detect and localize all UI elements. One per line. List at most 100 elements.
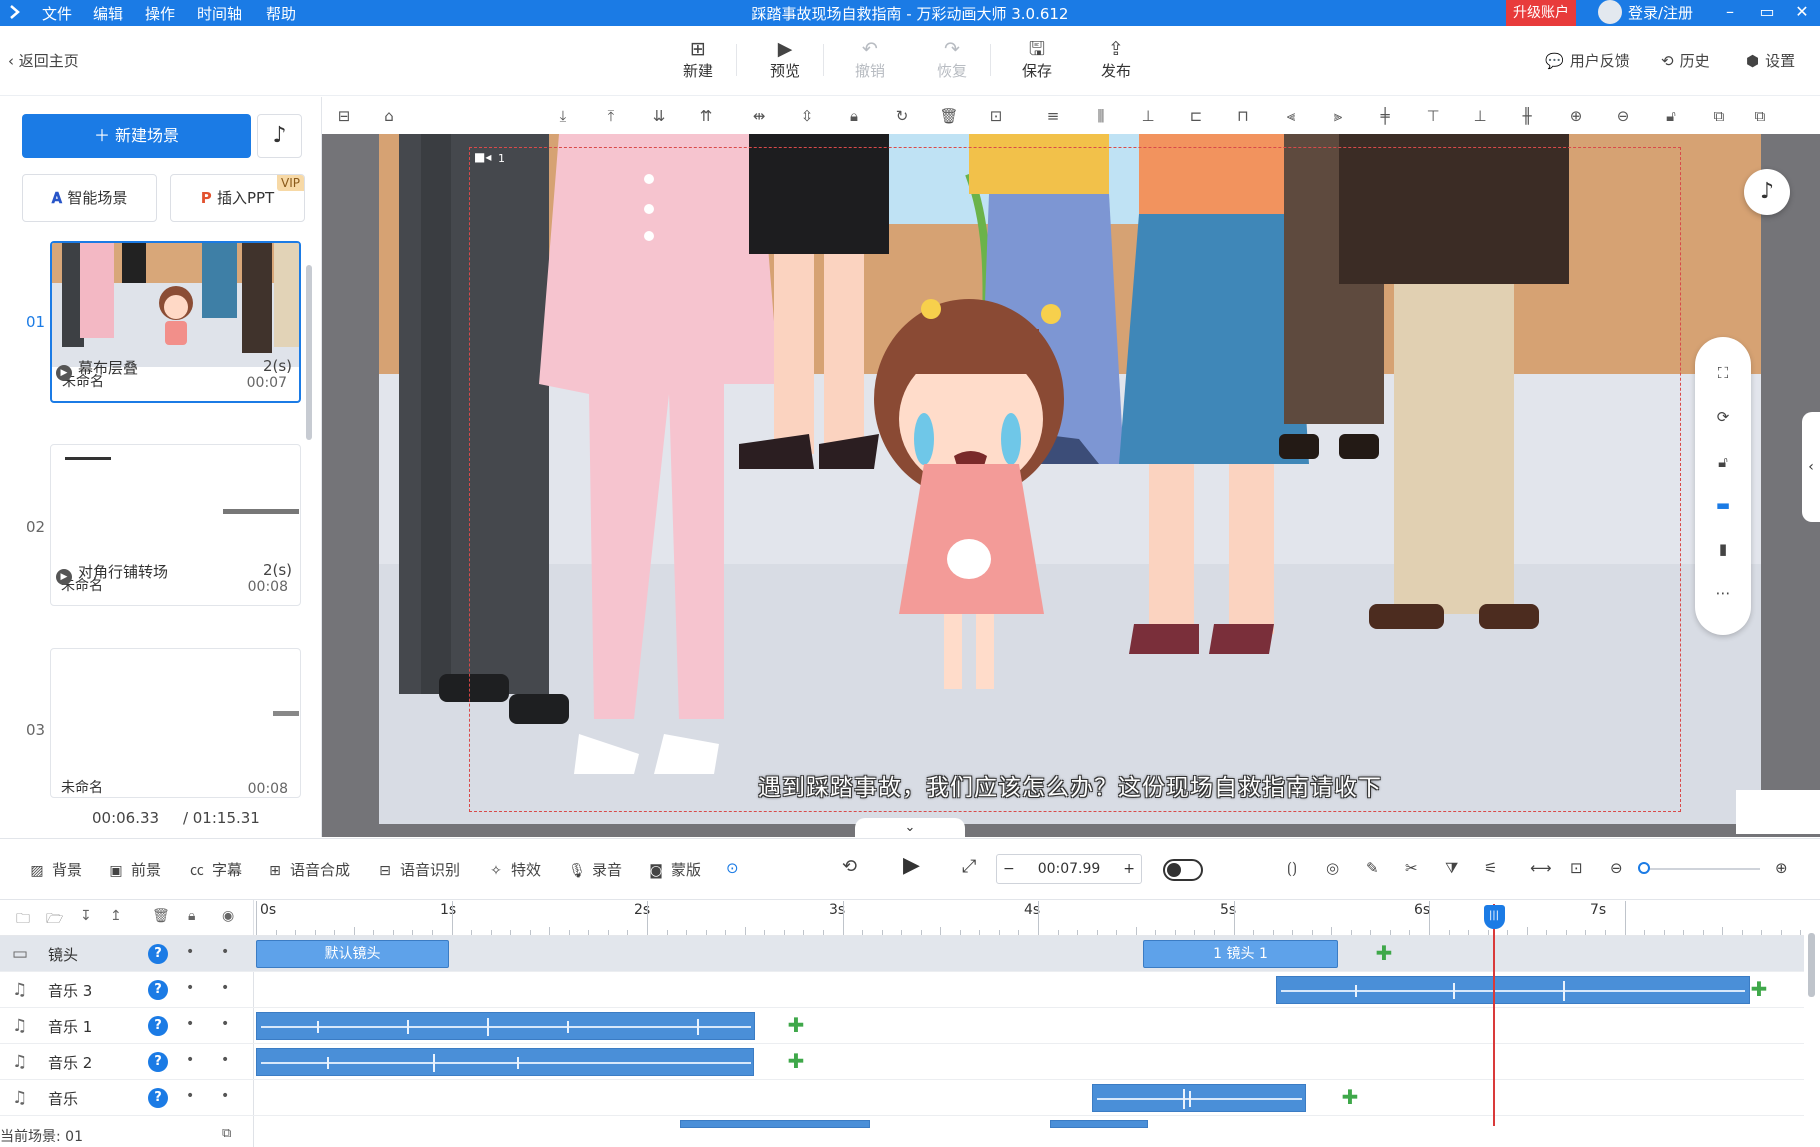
play-icon[interactable]: ▶ xyxy=(903,853,920,878)
snapshot-icon[interactable]: ◎ xyxy=(1326,859,1339,877)
mask-button[interactable]: ◙ 蒙版 xyxy=(647,859,701,880)
music-1-lane[interactable]: ✚ xyxy=(254,1008,1804,1044)
dot-icon[interactable]: • xyxy=(186,980,194,996)
zoom-slider-track[interactable] xyxy=(1645,868,1760,870)
add-keyframe-icon[interactable]: ✚ xyxy=(785,1050,807,1072)
mini-preview-thumbnail[interactable] xyxy=(1736,790,1820,834)
align-right-icon[interactable]: ⫸ xyxy=(1327,105,1349,127)
playhead-handle[interactable]: ||| xyxy=(1483,905,1505,929)
distribute-v-icon[interactable]: ⊓ xyxy=(1232,105,1254,127)
smart-scene-button[interactable]: 𝐀 智能场景 xyxy=(22,174,157,222)
screenshot-icon[interactable]: ⊡ xyxy=(985,105,1007,127)
insert-ppt-button[interactable]: P 插入PPT VIP xyxy=(170,174,305,222)
ruler-icon[interactable]: ⊟ xyxy=(333,105,355,127)
add-keyframe-icon[interactable]: ✚ xyxy=(785,1014,807,1036)
dot-icon[interactable]: • xyxy=(186,1088,194,1104)
dot-icon[interactable]: • xyxy=(221,1088,229,1104)
camera-lane[interactable]: 默认镜头 1 镜头 1 ✚ xyxy=(254,936,1804,972)
camera-frame[interactable]: ■◂ 1 xyxy=(469,147,1681,812)
record-button[interactable]: 🎙︎ 录音 xyxy=(568,859,622,880)
close-icon[interactable]: ✕ xyxy=(1792,2,1812,22)
align-base-icon[interactable]: ⊥ xyxy=(1469,105,1491,127)
login-button[interactable]: 登录/注册 xyxy=(1598,0,1693,26)
scene-card-03[interactable]: 未命名 00:08 xyxy=(50,648,301,798)
lock-canvas-icon[interactable]: 🔓︎ xyxy=(1713,452,1733,472)
fit-screen-icon[interactable]: ⛶ xyxy=(1713,363,1733,383)
time-input[interactable]: − 00:07.99 + xyxy=(996,854,1142,884)
help-icon[interactable]: ? xyxy=(148,1016,168,1036)
help-icon[interactable]: ? xyxy=(148,980,168,1000)
music-3-lane[interactable]: ✚ xyxy=(254,972,1804,1008)
upgrade-account-button[interactable]: 升级账户 xyxy=(1506,0,1576,26)
lock-icon[interactable]: 🔒︎ xyxy=(843,105,865,127)
align-left-icon[interactable]: ⫷ xyxy=(1280,105,1302,127)
copy-icon[interactable]: ⧉ xyxy=(1708,105,1730,127)
portrait-icon[interactable]: ▮ xyxy=(1713,539,1733,559)
track-music-1[interactable]: ♫ 音乐 1 ? • • xyxy=(0,1008,254,1044)
layer-down-icon[interactable]: ⇊ xyxy=(648,105,670,127)
track-music[interactable]: ♫ 音乐 ? • • xyxy=(0,1080,254,1116)
minimize-icon[interactable]: – xyxy=(1720,2,1740,22)
collapse-right-panel-button[interactable]: ‹ xyxy=(1802,412,1820,522)
dot-icon[interactable]: • xyxy=(186,944,194,960)
background-music-button[interactable]: ♪ xyxy=(1744,169,1790,215)
paste-icon[interactable]: ⧉ xyxy=(1749,105,1771,127)
adjust-icon[interactable]: ⚟ xyxy=(1484,859,1497,877)
dot-icon[interactable]: • xyxy=(186,1052,194,1068)
track-music-3[interactable]: ♫ 音乐 3 ? • • xyxy=(0,972,254,1008)
preview-button[interactable]: ▶ 预览 xyxy=(758,38,824,81)
settings-button[interactable]: ⬢ 设置 xyxy=(1746,50,1795,71)
track-music-2[interactable]: ♫ 音乐 2 ? • • xyxy=(0,1044,254,1080)
rewind-icon[interactable]: ⟲ xyxy=(842,856,857,877)
fullscreen-icon[interactable]: ⤢ xyxy=(962,856,976,877)
edit-icon[interactable]: ✎ xyxy=(1366,859,1379,877)
visibility-icon[interactable]: ◉ xyxy=(222,908,234,924)
plus-icon[interactable]: + xyxy=(1123,855,1135,883)
flip-vertical-icon[interactable]: ⇳ xyxy=(796,105,818,127)
audio-clip[interactable] xyxy=(1092,1084,1306,1112)
distribute-h-icon[interactable]: ⫼ xyxy=(1090,105,1112,127)
scene-list-scrollbar[interactable] xyxy=(306,265,312,440)
zoom-in-timeline-icon[interactable]: ⊕ xyxy=(1775,859,1788,877)
back-to-home-button[interactable]: ‹ 返回主页 xyxy=(8,50,79,71)
maximize-icon[interactable]: ▭ xyxy=(1757,2,1777,22)
dot-icon[interactable]: • xyxy=(221,1052,229,1068)
filter-icon[interactable]: ⧩ xyxy=(1445,859,1458,877)
fit-width-icon[interactable]: ⟷ xyxy=(1530,859,1552,877)
layer-bottom-icon[interactable]: ⤓ xyxy=(552,105,574,127)
zoom-slider-knob[interactable] xyxy=(1638,862,1650,874)
background-button[interactable]: ▨ 背景 xyxy=(28,859,82,880)
foreground-button[interactable]: ▣ 前景 xyxy=(107,859,161,880)
audio-clip[interactable] xyxy=(680,1120,870,1128)
save-button[interactable]: 🖫 保存 xyxy=(1010,38,1064,81)
dot-icon[interactable]: • xyxy=(221,944,229,960)
delete-track-icon[interactable]: 🗑︎ xyxy=(152,908,170,924)
add-keyframe-icon[interactable]: ✚ xyxy=(1339,1086,1361,1108)
more-tools-button[interactable]: ⊙ xyxy=(726,859,739,877)
loop-toggle[interactable] xyxy=(1163,859,1203,881)
unlock-icon[interactable]: 🔓︎ xyxy=(1660,105,1682,127)
speech-recognition-button[interactable]: ⊟ 语音识别 xyxy=(376,859,460,880)
new-folder-icon[interactable]: 🗁︎ xyxy=(46,908,63,932)
publish-button[interactable]: ⇪ 发布 xyxy=(1089,38,1143,81)
align-center-h-icon[interactable]: ≡ xyxy=(1042,105,1064,127)
zoom-out-timeline-icon[interactable]: ⊖ xyxy=(1610,859,1623,877)
feedback-button[interactable]: 💬 用户反馈 xyxy=(1545,50,1630,71)
transition-item-1[interactable]: ▶ 幕布层叠 2(s) xyxy=(56,357,292,381)
camera-tool-icon[interactable]: ⟮⟯ xyxy=(1287,859,1297,877)
track-camera[interactable]: ▭ 镜头 ? • • xyxy=(0,936,254,972)
music-2-lane[interactable]: ✚ xyxy=(254,1044,1804,1080)
scene-switch-icon[interactable]: ⧉ xyxy=(222,1126,231,1141)
minus-icon[interactable]: − xyxy=(1003,855,1015,883)
dot-icon[interactable]: • xyxy=(221,980,229,996)
flip-horizontal-icon[interactable]: ⇹ xyxy=(748,105,770,127)
transition-item-2[interactable]: ▶ 对角行铺转场 2(s) xyxy=(56,561,292,585)
add-folder-icon[interactable]: 🗀︎ xyxy=(16,908,30,932)
lock-track-icon[interactable]: 🔒︎ xyxy=(188,908,195,924)
timeline-ruler[interactable]: 0s 1s 2s 3s 4s 5s 6s 7s xyxy=(254,900,1804,936)
audio-clip[interactable] xyxy=(1050,1120,1148,1128)
delete-icon[interactable]: 🗑︎ xyxy=(938,105,960,127)
subtitle-button[interactable]: ㏄字幕 xyxy=(188,859,242,880)
help-icon[interactable]: ? xyxy=(148,1088,168,1108)
rotate-view-icon[interactable]: ⟳ xyxy=(1713,407,1733,427)
